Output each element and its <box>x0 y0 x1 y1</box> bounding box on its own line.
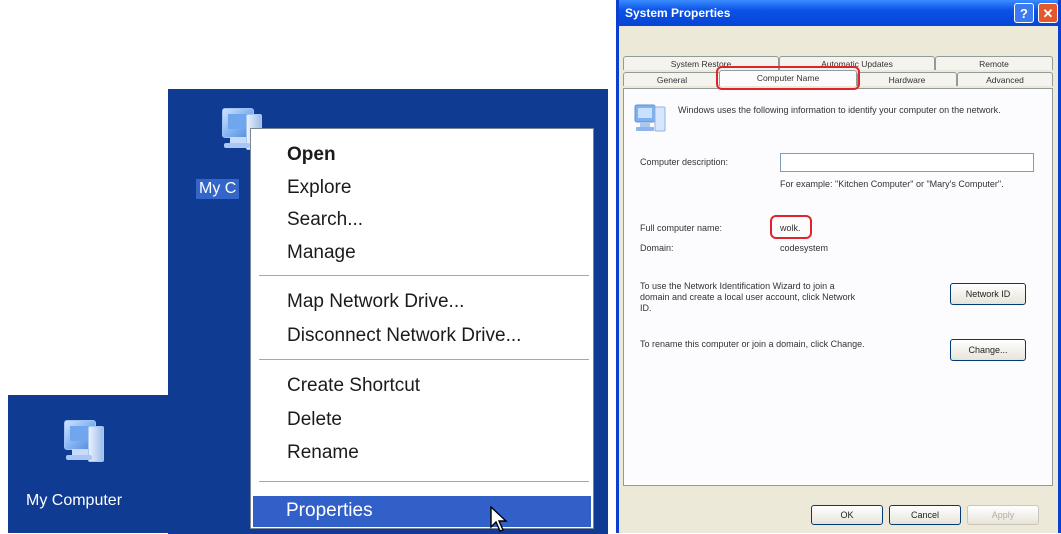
network-id-button[interactable]: Network ID <box>950 283 1026 305</box>
tab-advanced[interactable]: Advanced <box>957 72 1053 86</box>
full-computer-name-label: Full computer name: <box>640 223 723 233</box>
close-button[interactable]: ✕ <box>1038 3 1058 23</box>
computer-description-label: Computer description: <box>640 157 729 167</box>
mouse-cursor-icon <box>490 506 508 532</box>
menu-separator <box>259 359 589 360</box>
desktop-icon-label-selected[interactable]: My C <box>196 179 240 199</box>
intro-text: Windows uses the following information t… <box>678 105 1001 115</box>
apply-button[interactable]: Apply <box>967 505 1039 525</box>
menu-item-open[interactable]: Open <box>287 144 336 166</box>
window-title: System Properties <box>625 6 731 20</box>
example-text: For example: "Kitchen Computer" or "Mary… <box>780 179 1004 189</box>
desktop-icon-label[interactable]: My Computer <box>26 492 122 510</box>
menu-item-create-shortcut[interactable]: Create Shortcut <box>287 375 420 397</box>
tab-remote[interactable]: Remote <box>935 56 1053 70</box>
computer-description-input[interactable] <box>780 153 1034 172</box>
computer-name-panel: Windows uses the following information t… <box>623 88 1053 486</box>
system-properties-window: System Properties ? ✕ System Restore Aut… <box>616 0 1061 533</box>
ok-button[interactable]: OK <box>811 505 883 525</box>
menu-item-rename[interactable]: Rename <box>287 442 359 464</box>
menu-separator <box>259 275 589 276</box>
cancel-button[interactable]: Cancel <box>889 505 961 525</box>
menu-item-manage[interactable]: Manage <box>287 242 356 264</box>
annotation-highlight-name <box>770 215 812 239</box>
menu-item-explore[interactable]: Explore <box>287 177 351 199</box>
menu-separator <box>259 481 589 482</box>
title-bar[interactable]: System Properties ? ✕ <box>619 0 1058 26</box>
domain-label: Domain: <box>640 243 674 253</box>
computer-network-icon <box>634 104 666 132</box>
rename-text: To rename this computer or join a domain… <box>640 339 865 349</box>
context-menu: Open Explore Search... Manage Map Networ… <box>250 128 594 529</box>
desktop-background-bottom <box>8 395 178 533</box>
menu-item-properties[interactable]: Properties <box>253 496 591 527</box>
annotation-highlight-tab <box>716 66 860 90</box>
menu-item-properties-label: Properties <box>286 500 373 521</box>
menu-item-disconnect-network-drive[interactable]: Disconnect Network Drive... <box>287 325 521 347</box>
domain-value: codesystem <box>780 243 829 253</box>
tab-general[interactable]: General <box>623 72 721 86</box>
network-id-text: To use the Network Identification Wizard… <box>640 281 856 313</box>
menu-item-search[interactable]: Search... <box>287 209 363 231</box>
menu-item-delete[interactable]: Delete <box>287 409 342 431</box>
menu-item-map-network-drive[interactable]: Map Network Drive... <box>287 291 464 313</box>
help-button[interactable]: ? <box>1014 3 1034 23</box>
tab-hardware[interactable]: Hardware <box>857 72 957 86</box>
change-button[interactable]: Change... <box>950 339 1026 361</box>
